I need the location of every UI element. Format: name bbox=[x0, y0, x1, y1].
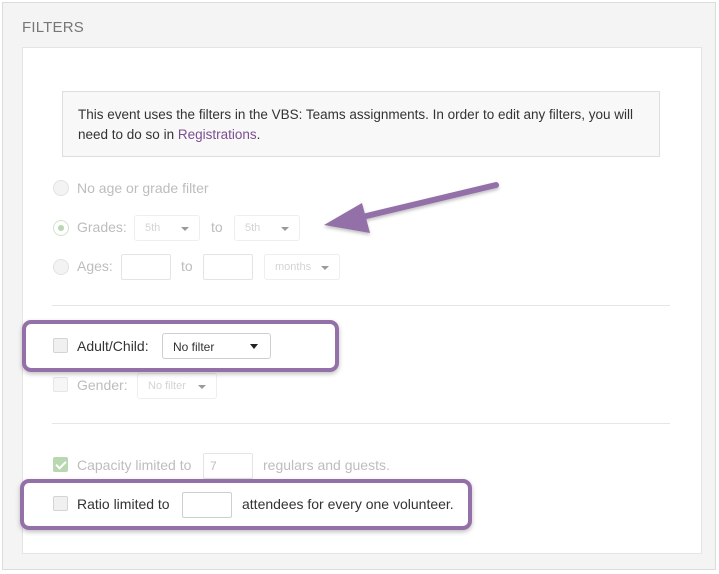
section-title: FILTERS bbox=[22, 19, 84, 36]
grade-to-value: 5th bbox=[245, 222, 261, 234]
divider bbox=[52, 423, 670, 424]
age-to-input[interactable] bbox=[203, 254, 253, 280]
grades-radio[interactable] bbox=[53, 220, 69, 236]
chevron-down-icon bbox=[181, 227, 189, 231]
gender-value: No filter bbox=[148, 380, 186, 392]
gender-checkbox[interactable] bbox=[53, 377, 68, 392]
no-age-filter-label: No age or grade filter bbox=[77, 180, 209, 196]
chevron-down-icon bbox=[198, 385, 206, 389]
gender-select[interactable]: No filter bbox=[137, 373, 217, 399]
ages-label: Ages: bbox=[77, 258, 113, 274]
registrations-link[interactable]: Registrations bbox=[178, 127, 257, 142]
grades-label: Grades: bbox=[77, 219, 127, 235]
adult-child-highlight bbox=[22, 320, 339, 372]
chevron-down-icon bbox=[281, 227, 289, 231]
notice-period: . bbox=[256, 127, 261, 142]
capacity-suffix: regulars and guests. bbox=[263, 457, 390, 473]
gender-label: Gender: bbox=[77, 377, 128, 393]
filters-notice: This event uses the filters in the VBS: … bbox=[62, 91, 660, 157]
age-unit-value: months bbox=[275, 261, 312, 273]
notice-text: This event uses the filters in the VBS: … bbox=[78, 107, 634, 142]
grade-from-value: 5th bbox=[145, 222, 161, 234]
chevron-down-icon bbox=[321, 266, 329, 270]
capacity-input[interactable]: 7 bbox=[203, 453, 253, 479]
no-age-filter-radio[interactable] bbox=[53, 180, 69, 196]
grades-to-label: to bbox=[211, 219, 223, 235]
divider bbox=[52, 305, 670, 306]
capacity-label: Capacity limited to bbox=[77, 457, 192, 473]
grade-from-select[interactable]: 5th bbox=[134, 215, 200, 241]
ages-to-label: to bbox=[181, 258, 193, 274]
capacity-checkbox[interactable] bbox=[53, 457, 68, 472]
age-unit-select[interactable]: months bbox=[264, 254, 340, 280]
ages-radio[interactable] bbox=[53, 259, 69, 275]
ratio-highlight bbox=[20, 479, 472, 530]
age-from-input[interactable] bbox=[121, 254, 171, 280]
annotation-arrow-icon bbox=[324, 182, 499, 233]
grade-to-select[interactable]: 5th bbox=[234, 215, 300, 241]
